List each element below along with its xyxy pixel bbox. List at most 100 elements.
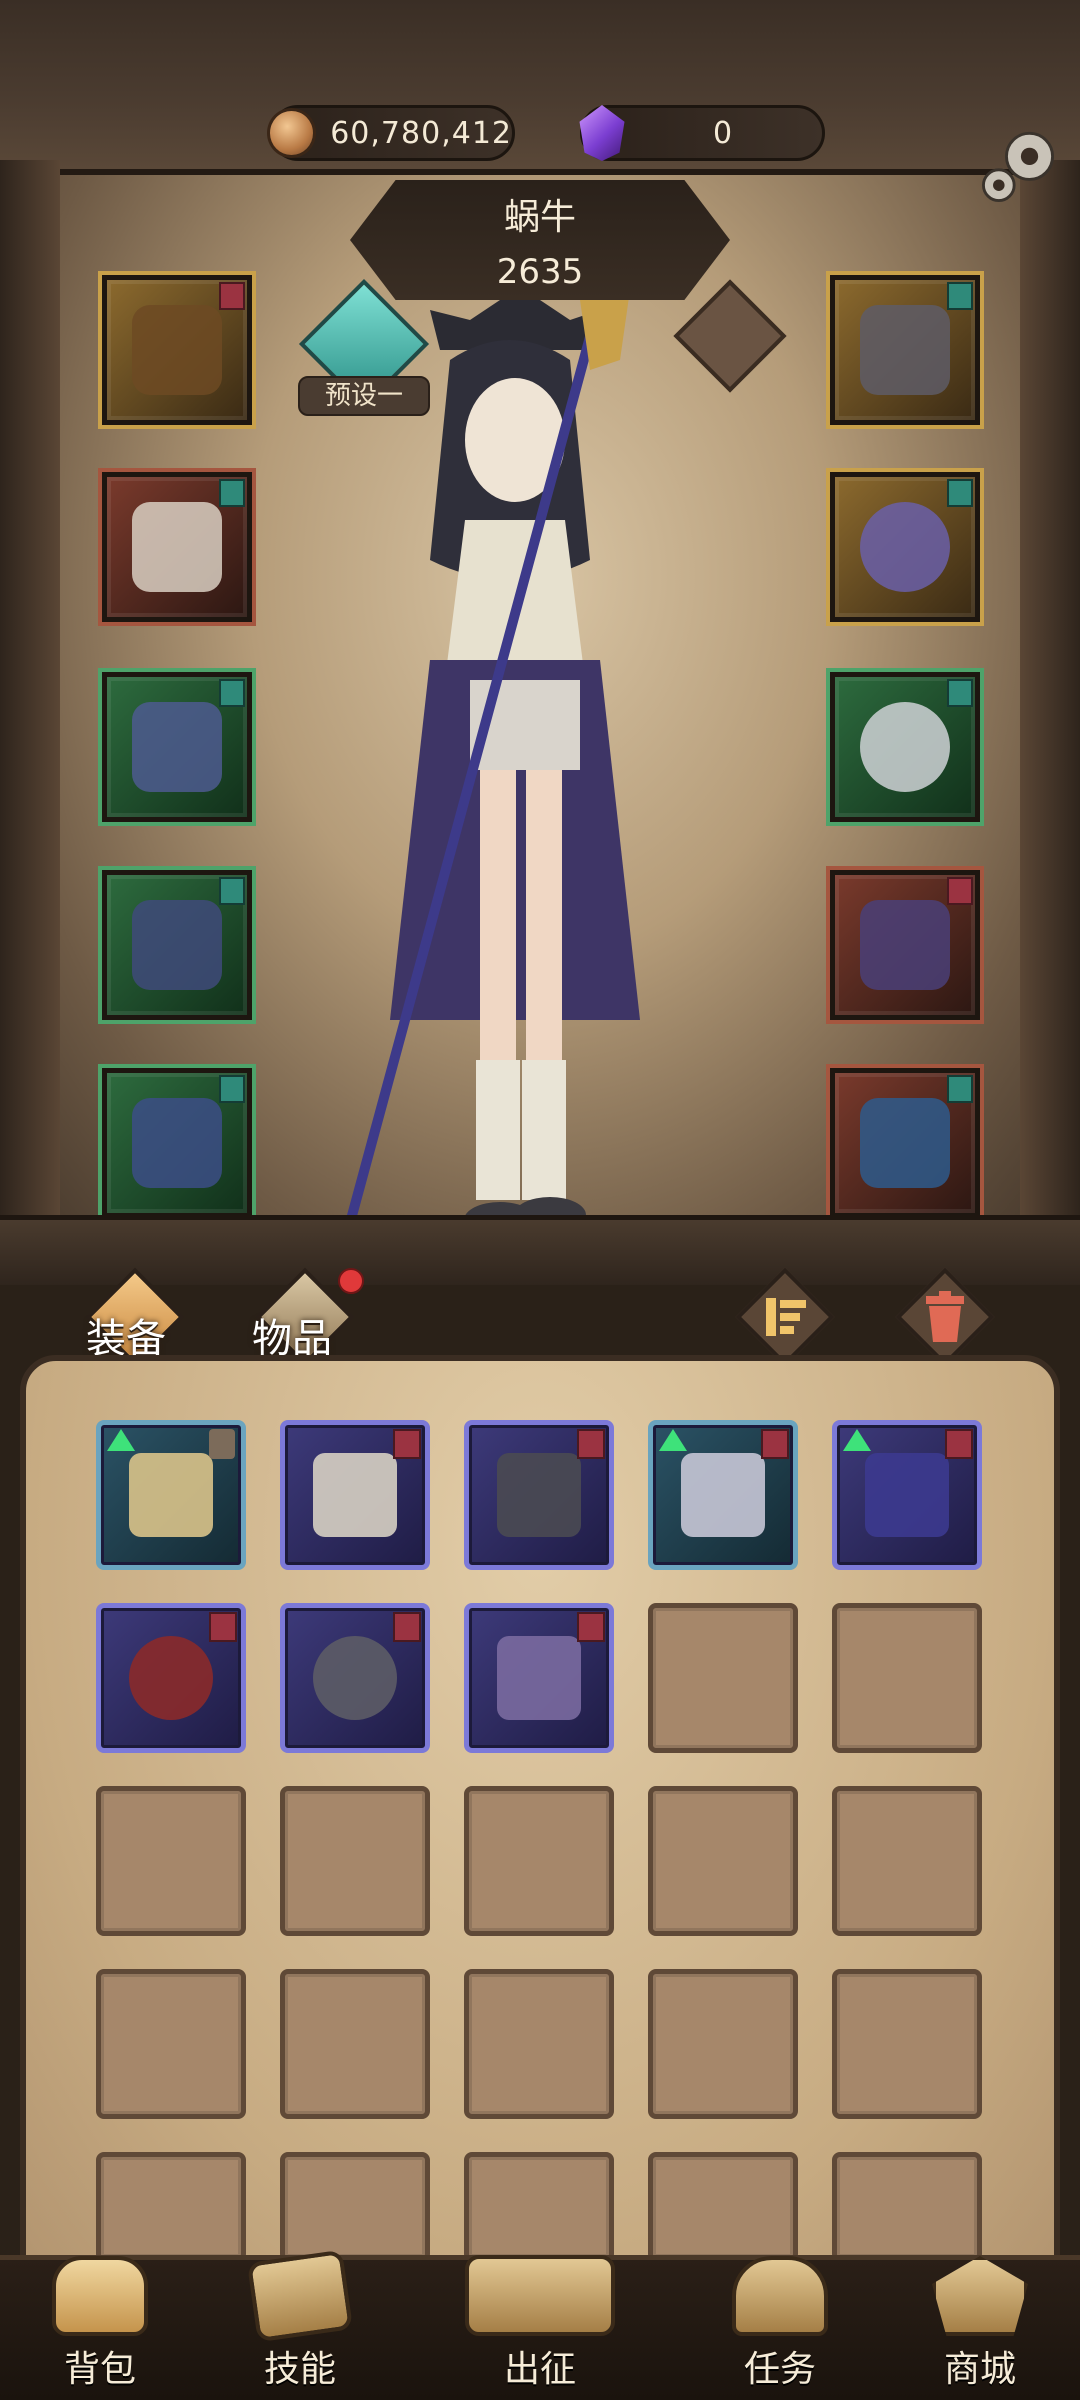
ring-icon [313, 1636, 397, 1720]
gem-currency: 0 [579, 105, 825, 161]
bag-icon [52, 2256, 148, 2336]
upgrade-arrow-icon [659, 1429, 687, 1451]
empty-slot [464, 1786, 614, 1936]
gold-currency: 60,780,412 [267, 105, 515, 161]
equip-slot-ring-1[interactable] [826, 468, 984, 626]
right-frame [1020, 160, 1080, 1270]
empty-slot [648, 2152, 798, 2262]
grade-badge [219, 282, 245, 310]
equip-slot-amulet[interactable] [826, 271, 984, 429]
grade-badge [947, 479, 973, 507]
empty-slot [832, 2152, 982, 2262]
equip-slot-gloves[interactable] [98, 668, 256, 826]
empty-slot [464, 2152, 614, 2262]
empty-slot [96, 1969, 246, 2119]
equip-slot-offhand[interactable] [826, 1064, 984, 1222]
empty-slot [832, 1969, 982, 2119]
trash-icon [926, 1291, 964, 1342]
boots-icon [681, 1453, 765, 1537]
grade-badge [577, 1429, 605, 1459]
grade-badge [393, 1612, 421, 1642]
quest-horn-icon [732, 2256, 828, 2336]
empty-slot [832, 1603, 982, 1753]
empty-slot [832, 1786, 982, 1936]
inventory-item[interactable] [464, 1603, 614, 1753]
equip-slot-helmet[interactable] [98, 271, 256, 429]
empty-slot [648, 1969, 798, 2119]
equip-slot-armor[interactable] [98, 468, 256, 626]
grade-badge [219, 1075, 245, 1103]
helmet-icon [132, 305, 222, 395]
character-name: 蜗牛 [503, 197, 576, 238]
staff-icon [860, 900, 950, 990]
inventory-item[interactable] [280, 1603, 430, 1753]
grade-badge [577, 1612, 605, 1642]
grade-badge [947, 877, 973, 905]
empty-slot [96, 2152, 246, 2262]
nav-skills-label: 技能 [263, 2349, 336, 2390]
grade-badge [945, 1429, 973, 1459]
grade-badge [393, 1429, 421, 1459]
nav-skills[interactable]: 技能 [220, 2249, 380, 2400]
boots-icon [132, 1098, 222, 1188]
nav-battle-label: 出征 [503, 2349, 576, 2390]
coin-icon [267, 108, 317, 158]
equip-slot-boots[interactable] [98, 1064, 256, 1222]
sort-icon [766, 1298, 806, 1336]
inventory-item[interactable] [280, 1420, 430, 1570]
inventory-item[interactable] [96, 1603, 246, 1753]
grade-badge [219, 877, 245, 905]
empty-slot [280, 2152, 430, 2262]
equip-slot-pants[interactable] [98, 866, 256, 1024]
empty-slot [96, 1786, 246, 1936]
nav-bag[interactable]: 背包 [20, 2255, 180, 2400]
grade-badge [761, 1429, 789, 1459]
empty-slot [648, 1603, 798, 1753]
equip-slot-ring-2[interactable] [826, 668, 984, 826]
empty-slot [648, 1786, 798, 1936]
inventory-item[interactable] [96, 1420, 246, 1570]
staff-icon [129, 1453, 213, 1537]
claw-icon [497, 1453, 581, 1537]
amulet-icon [860, 305, 950, 395]
grade-badge [947, 679, 973, 707]
empty-slot [280, 1786, 430, 1936]
inventory-item[interactable] [648, 1420, 798, 1570]
nav-bag-label: 背包 [63, 2349, 136, 2390]
tome-icon [860, 1098, 950, 1188]
grade-badge [219, 679, 245, 707]
inventory-item[interactable] [832, 1420, 982, 1570]
gold-amount: 60,780,412 [330, 115, 512, 151]
top-frame [0, 0, 1080, 175]
character-figure [335, 300, 640, 1262]
pants-icon [132, 900, 222, 990]
grade-badge [219, 479, 245, 507]
shop-crown-icon [932, 2256, 1028, 2336]
gem-amount: 0 [713, 115, 734, 151]
empty-slot [280, 1969, 430, 2119]
tome-icon [865, 1453, 949, 1537]
inventory-item[interactable] [464, 1420, 614, 1570]
equip-slot-weapon[interactable] [826, 866, 984, 1024]
ring-icon [860, 702, 950, 792]
grade-badge [209, 1612, 237, 1642]
nav-shop-label: 商城 [943, 2349, 1016, 2390]
sword-scroll-icon [465, 2255, 615, 2336]
grade-badge [947, 1075, 973, 1103]
robe-icon [313, 1453, 397, 1537]
lock-icon[interactable] [209, 1429, 235, 1459]
nav-quests-label: 任务 [743, 2349, 816, 2390]
upgrade-arrow-icon [107, 1429, 135, 1451]
notification-dot [338, 1268, 364, 1294]
left-frame [0, 160, 60, 1270]
ring-icon [860, 502, 950, 592]
grade-badge [947, 282, 973, 310]
ring-icon [129, 1636, 213, 1720]
armor-icon [132, 502, 222, 592]
empty-slot [464, 1969, 614, 2119]
amulet-icon [497, 1636, 581, 1720]
nav-shop[interactable]: 商城 [900, 2255, 1060, 2400]
nav-quests[interactable]: 任务 [700, 2255, 860, 2400]
nav-battle[interactable]: 出征 [440, 2255, 640, 2400]
upgrade-arrow-icon [843, 1429, 871, 1451]
